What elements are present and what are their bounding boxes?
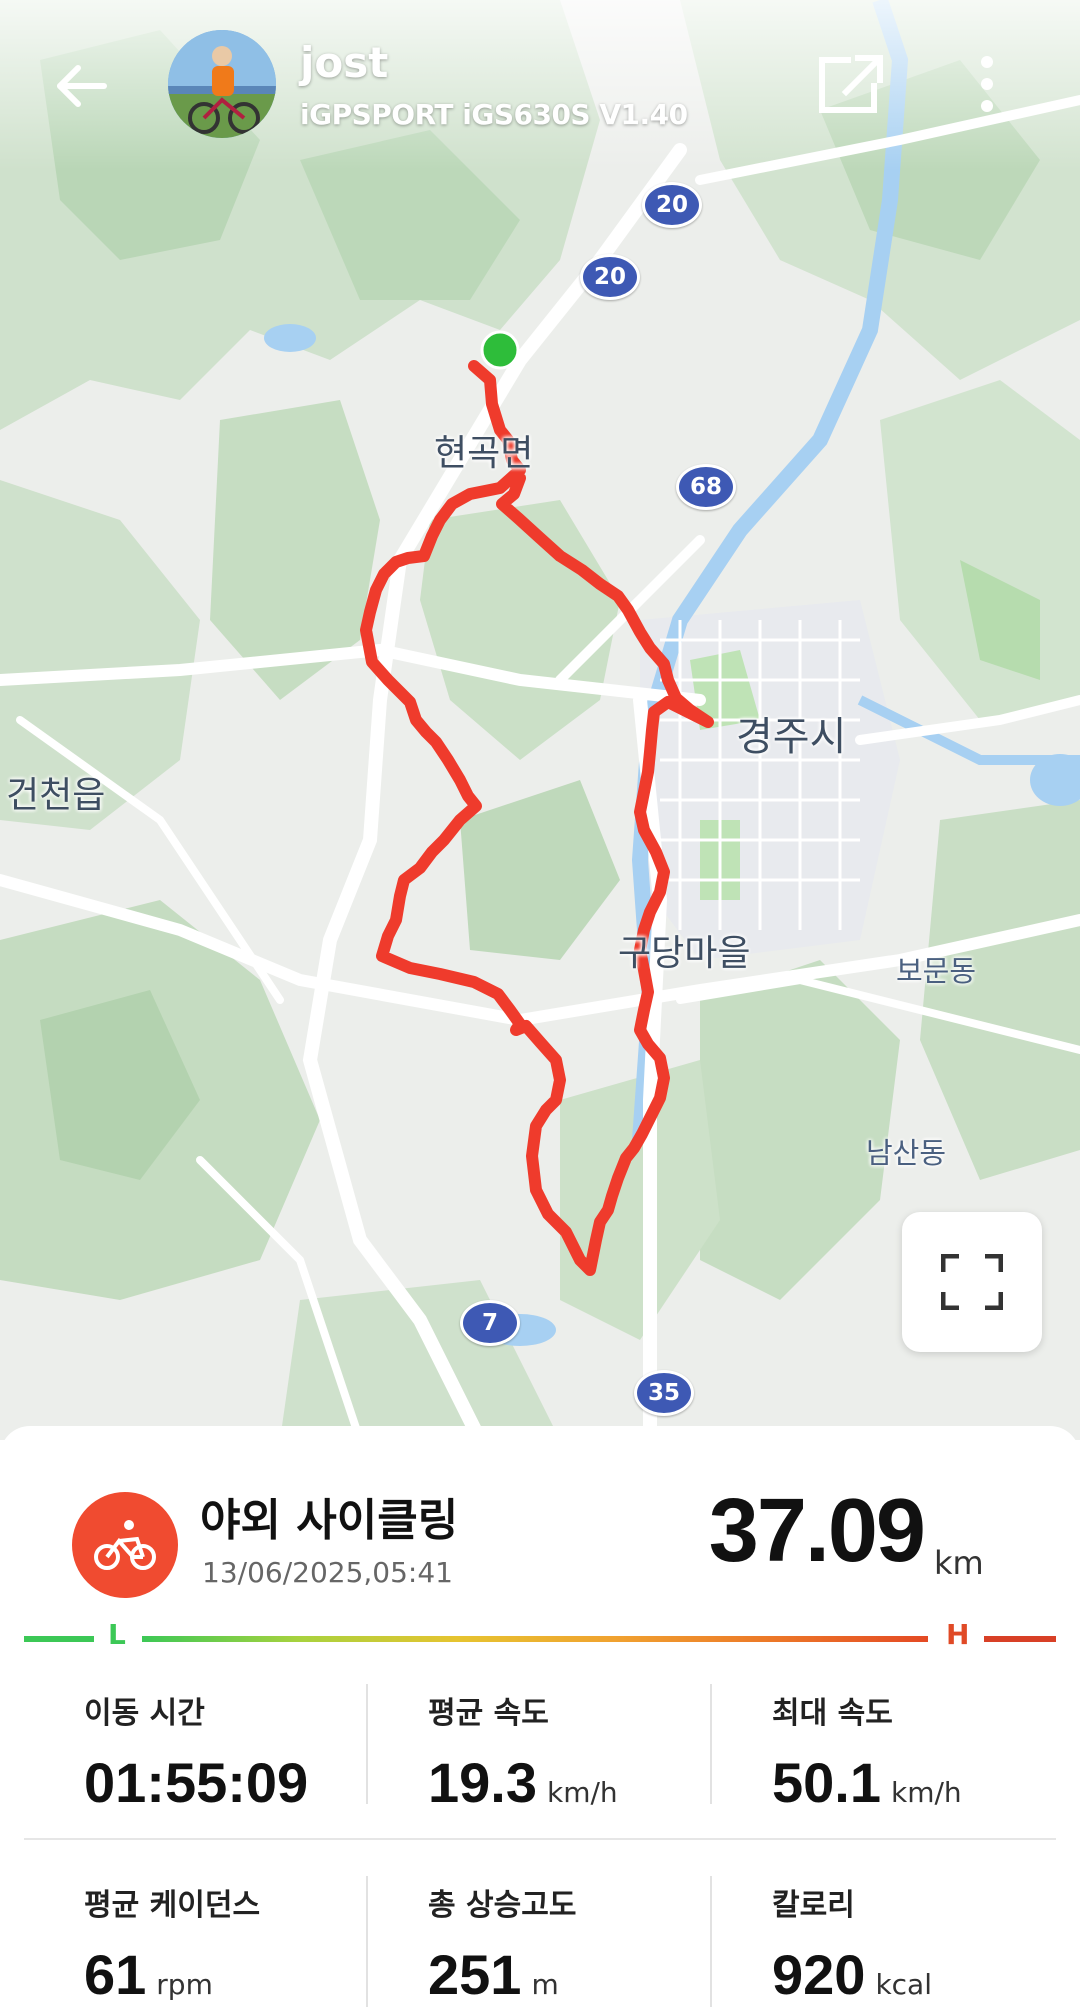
activity-type: 야외 사이클링 xyxy=(200,1495,459,1546)
stat-max-speed: 최대 속도 50.1 km/h xyxy=(772,1688,1072,1815)
activity-summary-panel: 야외 사이클링 13/06/2025,05:41 37.09 km L H 이동… xyxy=(0,1426,1080,2007)
scale-low-label: L xyxy=(108,1618,126,1651)
scale-bar-low xyxy=(24,1636,94,1642)
route-shield-7: 7 xyxy=(460,1300,520,1346)
distance-unit: km xyxy=(934,1544,984,1582)
fullscreen-icon xyxy=(941,1254,1003,1310)
map-label-gudang: 구당마을 xyxy=(618,933,751,974)
stat-label: 평균 케이던스 xyxy=(84,1888,261,1923)
start-marker xyxy=(480,330,520,370)
intensity-scale: L H xyxy=(24,1618,1056,1658)
share-icon xyxy=(819,55,883,113)
share-button[interactable] xyxy=(818,54,884,114)
distance-value: 37.09 xyxy=(708,1481,926,1581)
map-label-namsan: 남산동 xyxy=(866,1136,947,1170)
stat-unit: rpm xyxy=(156,1968,213,2001)
stat-unit: kcal xyxy=(875,1968,932,2001)
route-shield-68: 68 xyxy=(676,464,736,510)
divider xyxy=(24,1838,1056,1840)
stat-value: 920 xyxy=(772,1943,866,2006)
route-shield-35: 35 xyxy=(634,1370,694,1416)
divider xyxy=(366,1876,368,2007)
stat-label: 칼로리 xyxy=(772,1888,855,1923)
map-label-gyeongju: 경주시 xyxy=(736,714,847,760)
avatar-image xyxy=(168,30,276,138)
device-name: iGPSPORT iGS630S V1.40 xyxy=(300,98,688,131)
stat-calories: 칼로리 920 kcal xyxy=(772,1880,1072,2007)
arrow-left-icon xyxy=(57,65,107,107)
scale-gradient-bar xyxy=(142,1636,928,1642)
map-label-bomun: 보문동 xyxy=(896,954,977,988)
stat-unit: km/h xyxy=(891,1776,962,1809)
stat-value: 251 xyxy=(428,1943,522,2006)
stat-value: 50.1 xyxy=(772,1751,881,1814)
stat-total-ascent: 총 상승고도 251 m xyxy=(428,1880,728,2007)
activity-datetime: 13/06/2025,05:41 xyxy=(202,1556,453,1589)
stat-label: 평균 속도 xyxy=(428,1696,549,1731)
stat-value: 01:55:09 xyxy=(84,1751,309,1814)
route-shield-20: 20 xyxy=(580,254,640,300)
back-button[interactable] xyxy=(52,56,112,116)
map-label-geoncheon: 건천읍 xyxy=(6,775,106,816)
divider xyxy=(366,1684,368,1804)
divider xyxy=(710,1684,712,1804)
stat-label: 총 상승고도 xyxy=(428,1888,577,1923)
scale-high-label: H xyxy=(946,1618,970,1651)
stat-label: 최대 속도 xyxy=(772,1696,893,1731)
cycling-icon xyxy=(72,1492,178,1598)
stat-label: 이동 시간 xyxy=(84,1696,205,1731)
stat-avg-speed: 평균 속도 19.3 km/h xyxy=(428,1688,728,1815)
route-map[interactable]: 현곡면 경주시 건천읍 구당마을 보문동 남산동 20 20 68 7 35 xyxy=(0,0,1080,1440)
stat-avg-cadence: 평균 케이던스 61 rpm xyxy=(84,1880,384,2007)
fullscreen-button[interactable] xyxy=(902,1212,1042,1352)
map-label-hyeongok: 현곡면 xyxy=(434,433,534,474)
scale-bar-high xyxy=(984,1636,1056,1642)
more-vertical-icon xyxy=(981,56,993,112)
top-bar: jost iGPSPORT iGS630S V1.40 xyxy=(0,0,1080,170)
route-shield-20: 20 xyxy=(642,182,702,228)
stat-unit: m xyxy=(531,1968,559,2001)
username: jost xyxy=(300,38,389,87)
stat-value: 19.3 xyxy=(428,1751,537,1814)
stat-moving-time: 이동 시간 01:55:09 xyxy=(84,1688,384,1815)
divider xyxy=(710,1876,712,2007)
stat-unit: km/h xyxy=(547,1776,618,1809)
more-button[interactable] xyxy=(970,54,1004,114)
stat-value: 61 xyxy=(84,1943,147,2006)
avatar[interactable] xyxy=(168,30,276,138)
